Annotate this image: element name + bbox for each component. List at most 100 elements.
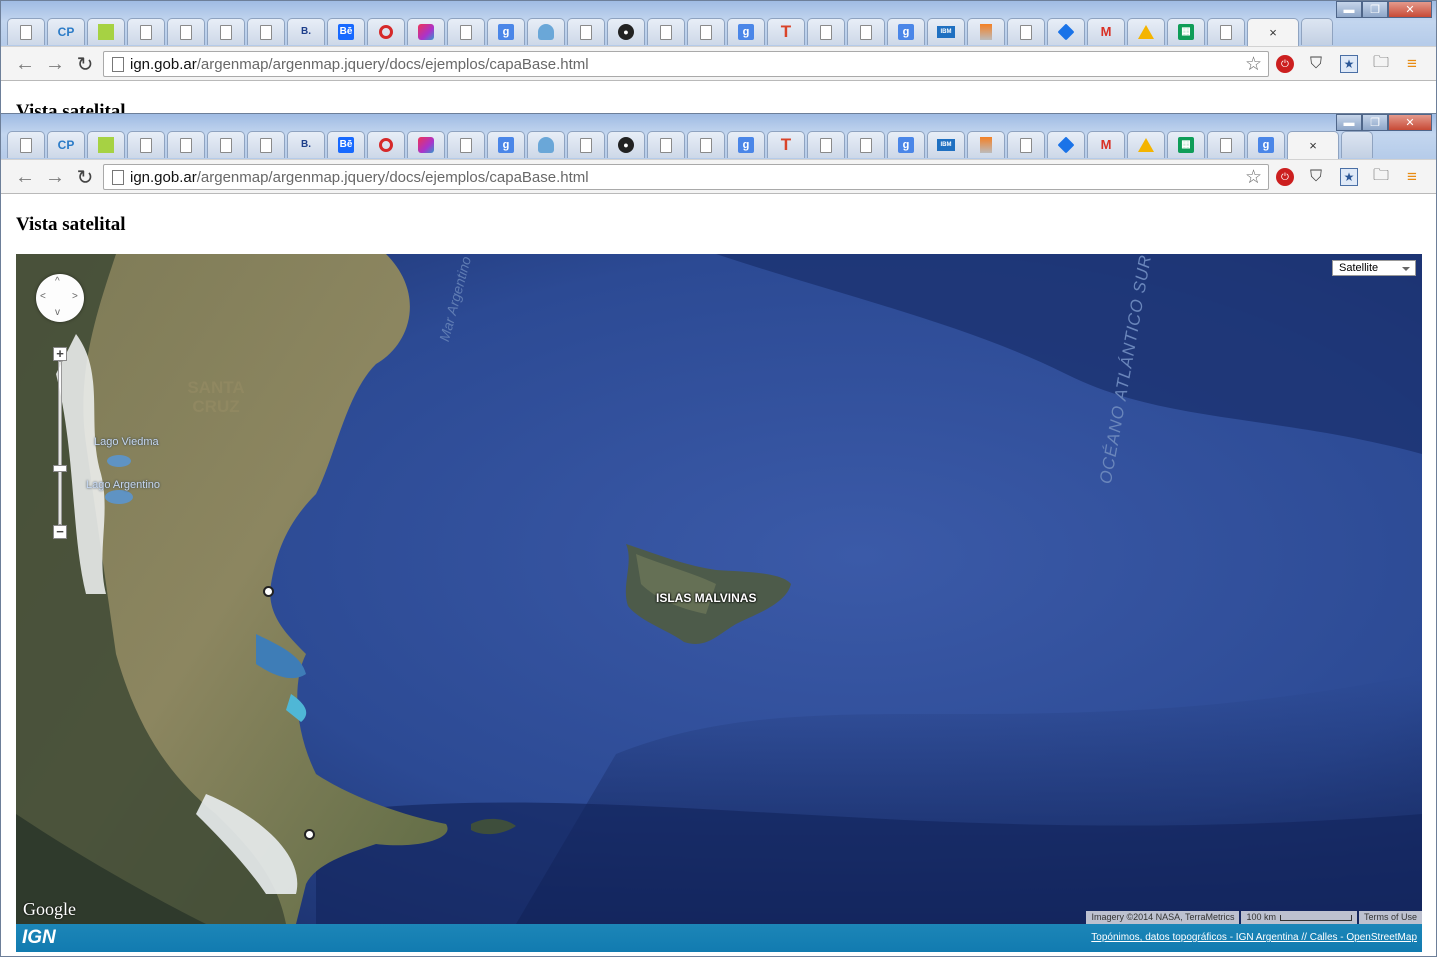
browser-tab[interactable]: ● [607, 18, 645, 45]
zoom-thumb[interactable] [53, 465, 67, 472]
minimize-button[interactable]: ▬ [1336, 1, 1362, 18]
browser-tab[interactable] [207, 131, 245, 158]
browser-tab[interactable]: ▦ [1167, 18, 1205, 45]
folder-extension-icon[interactable]: 🗀 [1370, 166, 1392, 188]
browser-tab[interactable] [7, 18, 45, 45]
close-window-button[interactable]: ✕ [1388, 114, 1432, 131]
browser-tab[interactable]: g [487, 18, 525, 45]
back-button[interactable]: ← [13, 165, 37, 189]
browser-tab[interactable]: B. [287, 131, 325, 158]
pan-left-icon[interactable]: < [40, 291, 46, 302]
browser-tab[interactable] [527, 18, 565, 45]
browser-tab[interactable] [1047, 131, 1085, 158]
browser-tab[interactable]: CP [47, 18, 85, 45]
bookmark-star-icon[interactable]: ☆ [1245, 166, 1262, 189]
browser-tab[interactable]: B. [287, 18, 325, 45]
reload-button[interactable]: ↻ [73, 52, 97, 76]
browser-tab[interactable] [447, 18, 485, 45]
browser-tab[interactable] [407, 131, 445, 158]
zoom-slider[interactable]: + − [53, 347, 67, 539]
terms-link[interactable]: Terms of Use [1358, 911, 1422, 924]
browser-tab[interactable] [167, 18, 205, 45]
browser-tab[interactable] [567, 131, 605, 158]
browser-tab[interactable] [967, 18, 1005, 45]
bookmark-extension-icon[interactable]: ★ [1340, 168, 1358, 186]
browser-tab[interactable] [647, 131, 685, 158]
browser-tab[interactable] [847, 18, 885, 45]
maximize-button[interactable]: ❐ [1362, 1, 1388, 18]
browser-tab[interactable]: T [767, 131, 805, 158]
browser-tab[interactable] [687, 131, 725, 158]
browser-tab[interactable] [1127, 18, 1165, 45]
bookmark-extension-icon[interactable]: ★ [1340, 55, 1358, 73]
stop-extension-icon[interactable]: ⏻ [1276, 55, 1294, 73]
close-tab-icon[interactable]: × [1309, 138, 1317, 153]
browser-tab[interactable]: g [487, 131, 525, 158]
credits-link[interactable]: Topónimos, datos topográficos - IGN Arge… [1091, 932, 1417, 943]
browser-tab[interactable] [527, 131, 565, 158]
browser-tab[interactable] [687, 18, 725, 45]
pan-control[interactable]: ^ v < > [36, 274, 84, 322]
bookmark-star-icon[interactable]: ☆ [1245, 53, 1262, 76]
address-bar[interactable]: ign.gob.ar/argenmap/argenmap.jquery/docs… [103, 51, 1269, 77]
maximize-button[interactable]: ❐ [1362, 114, 1388, 131]
menu-icon[interactable]: ≡ [1401, 166, 1423, 188]
browser-tab[interactable] [1207, 131, 1245, 158]
browser-tab[interactable] [407, 18, 445, 45]
browser-tab[interactable]: ▦ [1167, 131, 1205, 158]
browser-tab[interactable]: Bē [327, 18, 365, 45]
minimize-button[interactable]: ▬ [1336, 114, 1362, 131]
browser-tab[interactable] [647, 18, 685, 45]
browser-tab[interactable] [167, 131, 205, 158]
active-tab[interactable]: × [1247, 18, 1299, 46]
map-type-select[interactable]: Satellite [1332, 260, 1416, 276]
browser-tab[interactable] [967, 131, 1005, 158]
browser-tab[interactable] [1207, 18, 1245, 45]
browser-tab[interactable] [1007, 18, 1045, 45]
zoom-in-button[interactable]: + [53, 347, 67, 361]
browser-tab[interactable] [1127, 131, 1165, 158]
city-marker[interactable] [304, 829, 315, 840]
close-tab-icon[interactable]: × [1269, 25, 1277, 40]
browser-tab[interactable]: g [887, 131, 925, 158]
browser-tab[interactable] [447, 131, 485, 158]
zoom-out-button[interactable]: − [53, 525, 67, 539]
menu-icon[interactable]: ≡ [1401, 53, 1423, 75]
browser-tab[interactable] [807, 131, 845, 158]
browser-tab[interactable]: ● [607, 131, 645, 158]
google-logo[interactable]: Google [23, 899, 76, 920]
browser-tab[interactable] [367, 131, 405, 158]
back-button[interactable]: ← [13, 52, 37, 76]
browser-tab[interactable]: T [767, 18, 805, 45]
forward-button[interactable]: → [43, 165, 67, 189]
zoom-track[interactable] [58, 361, 62, 525]
active-tab[interactable]: × [1287, 131, 1339, 159]
forward-button[interactable]: → [43, 52, 67, 76]
browser-tab[interactable]: IBM [927, 131, 965, 158]
folder-extension-icon[interactable]: 🗀 [1370, 53, 1392, 75]
browser-tab[interactable]: IBM [927, 18, 965, 45]
reload-button[interactable]: ↻ [73, 165, 97, 189]
new-tab-button[interactable] [1301, 18, 1333, 45]
map-viewport[interactable]: ^ v < > + − Satellite Mar Argentino OCÉA… [16, 254, 1422, 924]
browser-tab[interactable]: M [1087, 18, 1125, 45]
new-tab-button[interactable] [1341, 131, 1373, 158]
browser-tab[interactable]: M [1087, 131, 1125, 158]
browser-tab[interactable] [367, 18, 405, 45]
city-marker[interactable] [263, 586, 274, 597]
pan-right-icon[interactable]: > [72, 291, 78, 302]
browser-tab[interactable] [127, 131, 165, 158]
browser-tab[interactable]: Bē [327, 131, 365, 158]
browser-tab[interactable] [207, 18, 245, 45]
pocket-extension-icon[interactable]: ⛉ [1305, 53, 1327, 75]
browser-tab[interactable] [1047, 18, 1085, 45]
pan-up-icon[interactable]: ^ [55, 276, 60, 287]
browser-tab[interactable] [247, 131, 285, 158]
browser-tab[interactable]: g [887, 18, 925, 45]
browser-tab[interactable]: g [727, 18, 765, 45]
close-window-button[interactable]: ✕ [1388, 1, 1432, 18]
pan-down-icon[interactable]: v [55, 307, 60, 318]
browser-tab[interactable] [847, 131, 885, 158]
browser-tab[interactable]: g [1247, 131, 1285, 158]
browser-tab[interactable] [247, 18, 285, 45]
